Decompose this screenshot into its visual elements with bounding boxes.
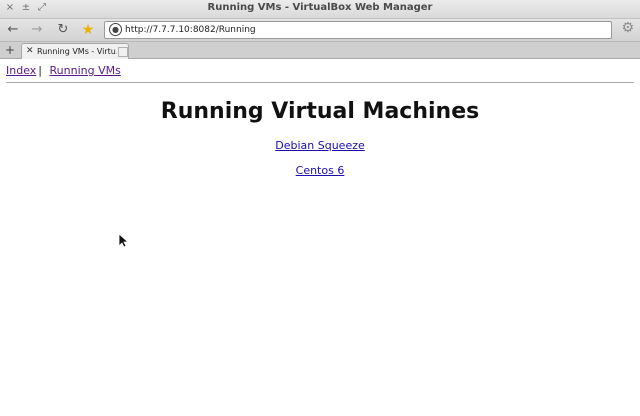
tab-favicon-icon	[118, 47, 128, 57]
globe-icon: ●	[109, 23, 122, 36]
address-bar[interactable]: ● http://7.7.7.10:8082/Running	[104, 21, 612, 39]
nav-link-index[interactable]: Index	[6, 64, 36, 77]
vm-link-centos-6[interactable]: Centos 6	[296, 164, 345, 177]
tab-running-vms[interactable]: ✕ Running VMs - Virtu...	[21, 43, 129, 59]
tab-strip: + ✕ Running VMs - Virtu...	[0, 42, 640, 59]
new-tab-button[interactable]: +	[3, 42, 17, 58]
divider	[6, 82, 634, 83]
nav-link-running-vms[interactable]: Running VMs	[50, 64, 121, 77]
tab-label: Running VMs - Virtu...	[37, 47, 117, 56]
browser-toolbar: ← → ↻ ★ ● http://7.7.7.10:8082/Running ⚙	[0, 19, 640, 42]
bookmark-star-icon[interactable]: ★	[79, 21, 97, 39]
window-title-bar: × ± ⤢ Running VMs - VirtualBox Web Manag…	[0, 0, 640, 19]
address-bar-url[interactable]: http://7.7.7.10:8082/Running	[125, 23, 256, 37]
vm-item: Centos 6	[0, 164, 640, 177]
vm-link-debian-squeeze[interactable]: Debian Squeeze	[275, 139, 365, 152]
back-icon[interactable]: ←	[4, 21, 22, 39]
page-title: Running Virtual Machines	[160, 99, 480, 124]
top-navigation: Index | Running VMs	[6, 64, 121, 77]
page-content: Index | Running VMs Running Virtual Machi…	[0, 59, 640, 416]
mouse-pointer-icon	[119, 234, 128, 248]
window-title: Running VMs - VirtualBox Web Manager	[207, 2, 433, 13]
reload-icon[interactable]: ↻	[54, 21, 72, 39]
forward-icon[interactable]: →	[28, 21, 46, 39]
nav-separator: |	[38, 64, 43, 77]
close-tab-icon[interactable]: ✕	[26, 44, 34, 59]
gear-icon[interactable]: ⚙	[621, 20, 634, 36]
vm-item: Debian Squeeze	[0, 139, 640, 152]
